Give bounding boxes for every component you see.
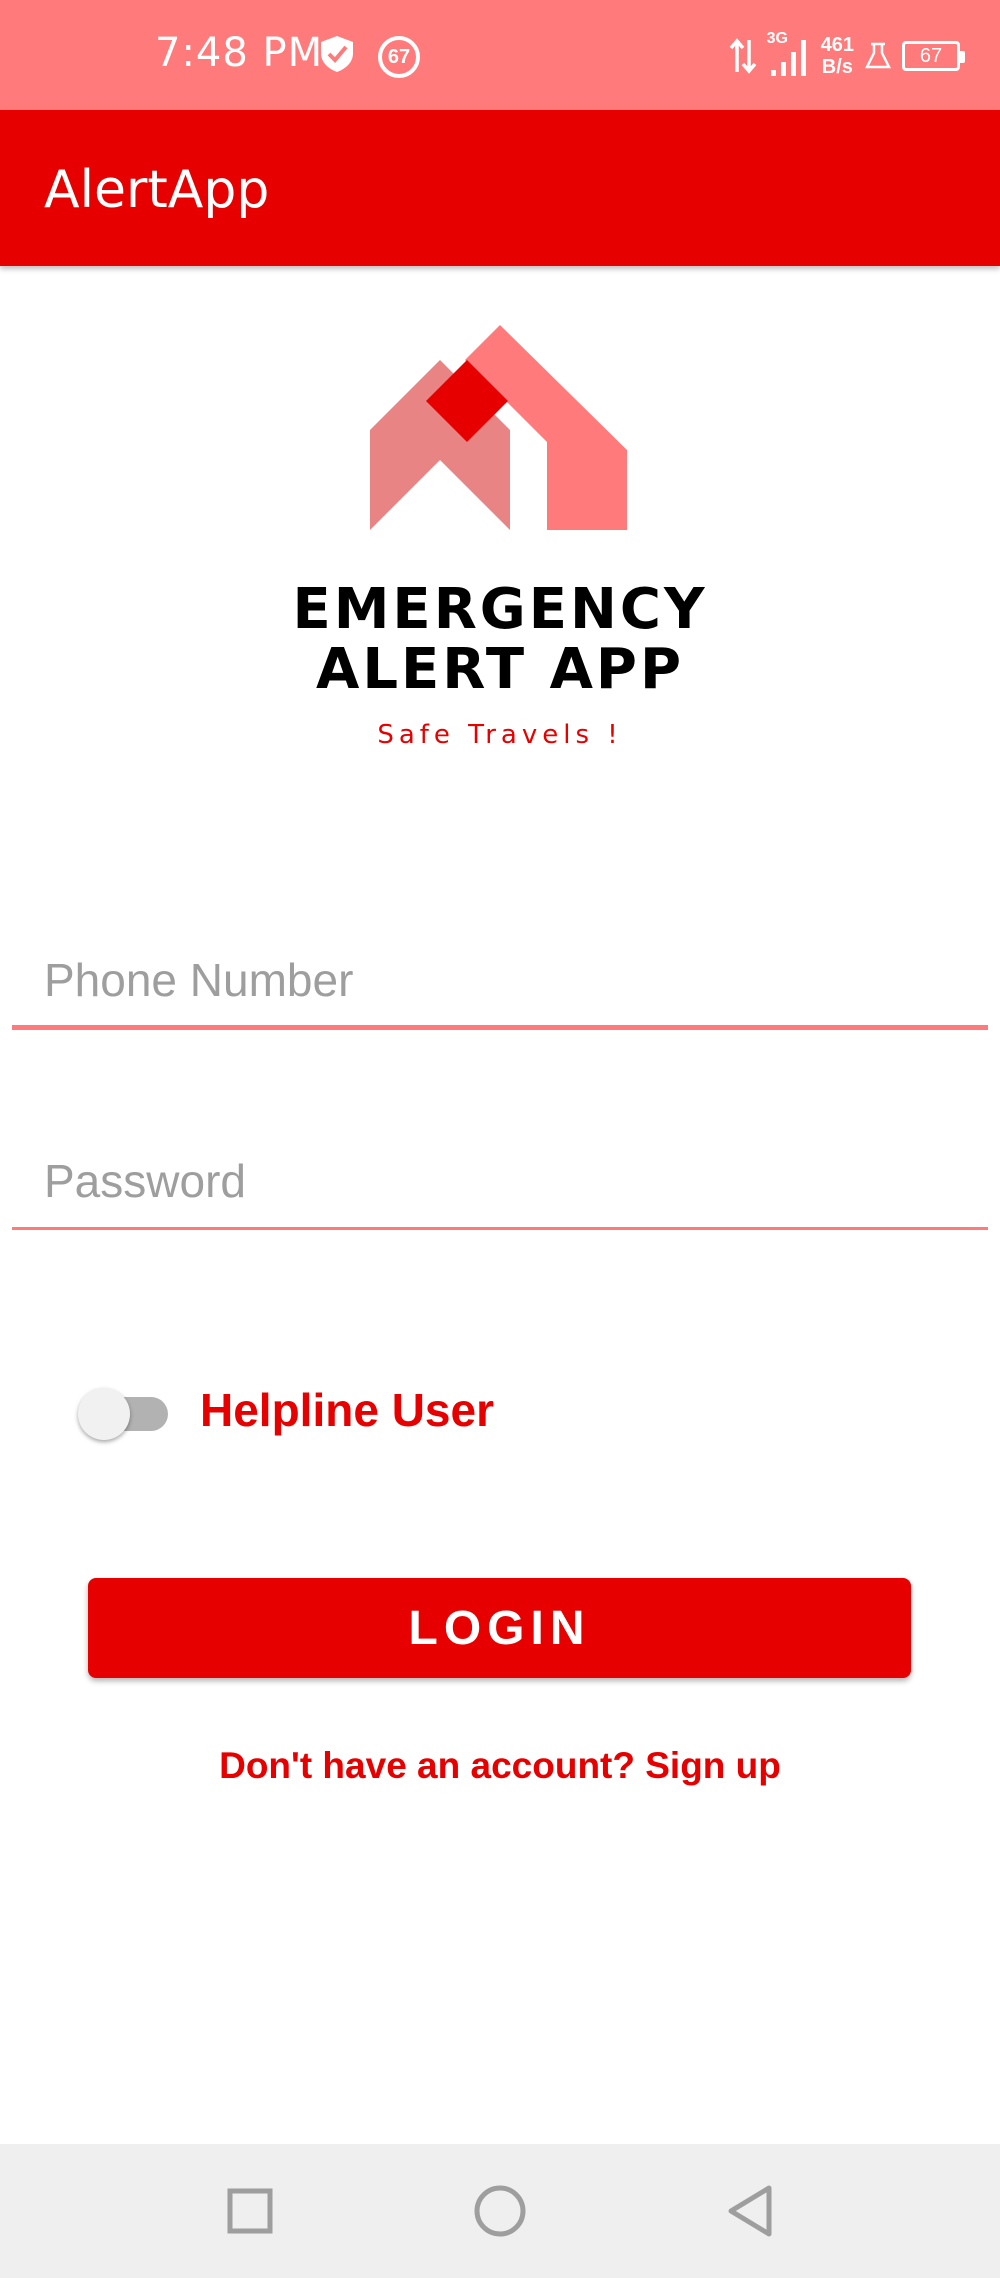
back-triangle-icon — [728, 2185, 772, 2237]
home-circle-icon — [474, 2185, 526, 2237]
recents-button[interactable] — [220, 2181, 280, 2241]
status-time: 7:48 PM — [155, 30, 324, 76]
recents-square-icon — [227, 2188, 273, 2234]
flask-icon — [864, 42, 892, 69]
signup-link[interactable]: Don't have an account? Sign up — [0, 1745, 1000, 1787]
login-button[interactable]: LOGIN — [88, 1578, 911, 1678]
status-indicators: 3G 461 B/s 67 — [729, 28, 965, 84]
app-title: AlertApp — [44, 160, 270, 220]
phone-number-field-container — [12, 935, 988, 1030]
shield-icon — [321, 36, 353, 72]
helpline-user-switch[interactable] — [78, 1380, 170, 1440]
app-logo-icon — [370, 325, 627, 530]
password-input[interactable] — [12, 1135, 988, 1227]
app-bar: AlertApp — [0, 110, 1000, 266]
back-button[interactable] — [720, 2181, 780, 2241]
battery-icon: 67 — [902, 41, 965, 71]
data-transfer-icon — [729, 38, 756, 74]
notification-badge: 67 — [378, 36, 420, 78]
home-button[interactable] — [470, 2181, 530, 2241]
helpline-user-label[interactable]: Helpline User — [200, 1383, 494, 1437]
switch-thumb — [78, 1388, 130, 1440]
logo-title: EMERGENCY ALERT APP — [292, 577, 708, 702]
helpline-toggle-row: Helpline User — [78, 1380, 494, 1440]
status-bar: 7:48 PM 67 3G 461 B/s 67 — [0, 0, 1000, 110]
phone-number-input[interactable] — [12, 935, 988, 1025]
password-field-container — [12, 1135, 988, 1230]
system-nav-bar — [0, 2144, 1000, 2278]
net-speed: 461 B/s — [820, 34, 854, 78]
logo-tagline: Safe Travels ! — [377, 720, 623, 750]
signal-icon: 3G — [767, 30, 811, 78]
